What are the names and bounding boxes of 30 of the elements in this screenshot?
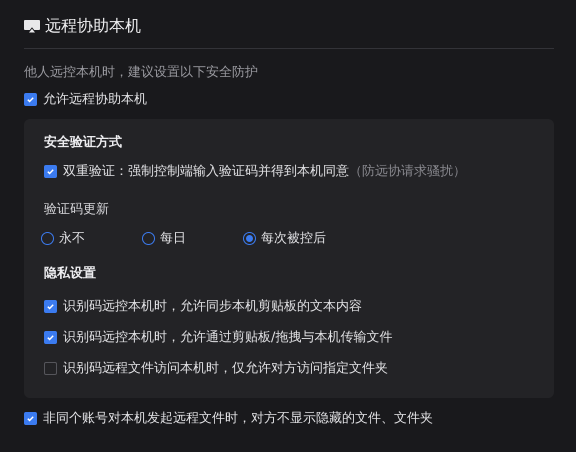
checkmark-icon (46, 302, 55, 310)
checkbox-label: 识别码远控本机时，允许通过剪贴板/拖拽与本机传输文件 (63, 329, 392, 346)
hint-text: （防远协请求骚扰） (349, 163, 466, 180)
checkbox[interactable] (24, 92, 37, 106)
checkbox-label: 识别码远程文件访问本机时，仅允许对方访问指定文件夹 (63, 360, 388, 377)
radio-label: 永不 (59, 230, 85, 247)
checkbox[interactable] (44, 362, 57, 374)
section-title: 远程协助本机 (45, 16, 141, 36)
checkbox[interactable] (24, 412, 37, 424)
checkbox-label: 双重验证：强制控制端输入验证码并得到本机同意 (63, 163, 349, 180)
checkbox[interactable] (44, 164, 57, 178)
checkbox-label: 非同个账号对本机发起远程文件时，对方不显示隐藏的文件、文件夹 (43, 410, 433, 427)
checkbox[interactable] (44, 330, 57, 344)
radio-label: 每次被控后 (261, 230, 326, 247)
radio-button[interactable] (243, 232, 256, 244)
radio-button[interactable] (142, 232, 155, 244)
radio-button[interactable] (41, 232, 54, 244)
group-title: 安全验证方式 (44, 134, 123, 152)
description-text: 他人远控本机时，建议设置以下安全防护 (24, 64, 259, 81)
checkmark-icon (46, 166, 55, 176)
checkbox[interactable] (44, 300, 57, 312)
checkmark-icon (26, 94, 35, 104)
group-title: 隐私设置 (44, 265, 97, 283)
group-title: 验证码更新 (44, 201, 110, 219)
checkbox-label: 允许远程协助本机 (43, 91, 147, 108)
checkbox-label: 识别码远控本机时，允许同步本机剪贴板的文本内容 (63, 298, 362, 315)
radio-label: 每日 (160, 230, 186, 247)
monitor-icon (24, 18, 40, 34)
checkmark-icon (26, 414, 35, 422)
checkmark-icon (46, 332, 55, 342)
